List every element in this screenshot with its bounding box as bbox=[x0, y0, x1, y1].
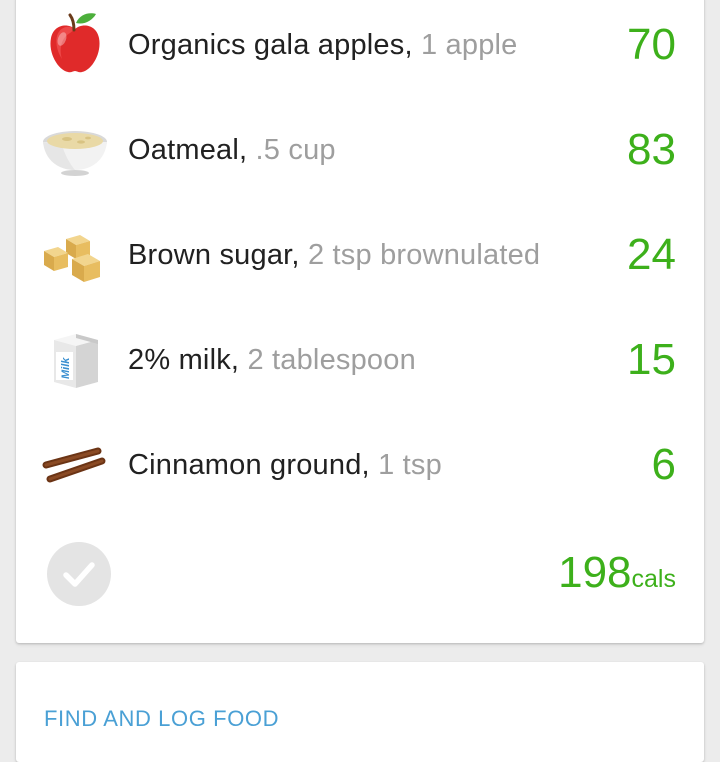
food-name: Brown sugar, bbox=[128, 239, 300, 271]
milk-carton-icon: Milk bbox=[40, 324, 110, 394]
food-serving: .5 cup bbox=[255, 134, 336, 166]
food-description: Organics gala apples, 1 apple bbox=[128, 28, 518, 62]
food-description: 2% milk, 2 tablespoon bbox=[128, 343, 416, 377]
check-button[interactable] bbox=[47, 542, 111, 606]
food-description: Brown sugar, 2 tsp brownulated bbox=[128, 238, 540, 272]
cinnamon-sticks-icon bbox=[40, 429, 110, 499]
food-row-cinnamon[interactable]: Cinnamon ground, 1 tsp 6 bbox=[16, 414, 704, 519]
food-description: Cinnamon ground, 1 tsp bbox=[128, 448, 442, 482]
food-row-brown-sugar[interactable]: Brown sugar, 2 tsp brownulated 24 bbox=[16, 204, 704, 309]
find-food-card: FIND AND LOG FOOD bbox=[16, 662, 704, 762]
sugar-cubes-icon bbox=[40, 219, 110, 289]
total-calories-unit: cals bbox=[631, 565, 676, 593]
food-row-oatmeal[interactable]: Oatmeal, .5 cup 83 bbox=[16, 99, 704, 204]
food-calories: 24 bbox=[627, 230, 676, 279]
oatmeal-bowl-icon bbox=[40, 114, 110, 184]
food-serving: 1 tsp bbox=[378, 449, 442, 481]
food-name: 2% milk, bbox=[128, 344, 240, 376]
total-calories: 198cals bbox=[558, 550, 676, 596]
food-serving: 2 tsp brownulated bbox=[307, 239, 541, 271]
food-name: Oatmeal, bbox=[128, 134, 248, 166]
food-name: Organics gala apples, bbox=[128, 29, 413, 61]
apple-icon bbox=[40, 9, 110, 79]
food-calories: 6 bbox=[651, 440, 676, 489]
milk-carton-label: Milk bbox=[60, 357, 72, 379]
food-calories: 70 bbox=[627, 20, 676, 69]
check-icon bbox=[63, 562, 95, 587]
food-calories: 83 bbox=[627, 125, 676, 174]
total-calories-value: 198 bbox=[558, 548, 632, 597]
food-description: Oatmeal, .5 cup bbox=[128, 133, 336, 167]
meal-food-card: Organics gala apples, 1 apple 70 Oatmeal… bbox=[16, 0, 704, 643]
find-and-log-food-link[interactable]: FIND AND LOG FOOD bbox=[44, 706, 279, 732]
food-serving: 1 apple bbox=[420, 29, 518, 61]
food-serving: 2 tablespoon bbox=[247, 344, 416, 376]
food-row-milk[interactable]: Milk 2% milk, 2 tablespoon 15 bbox=[16, 309, 704, 414]
food-name: Cinnamon ground, bbox=[128, 449, 370, 481]
food-calories: 15 bbox=[627, 335, 676, 384]
food-row-apple[interactable]: Organics gala apples, 1 apple 70 bbox=[16, 0, 704, 99]
